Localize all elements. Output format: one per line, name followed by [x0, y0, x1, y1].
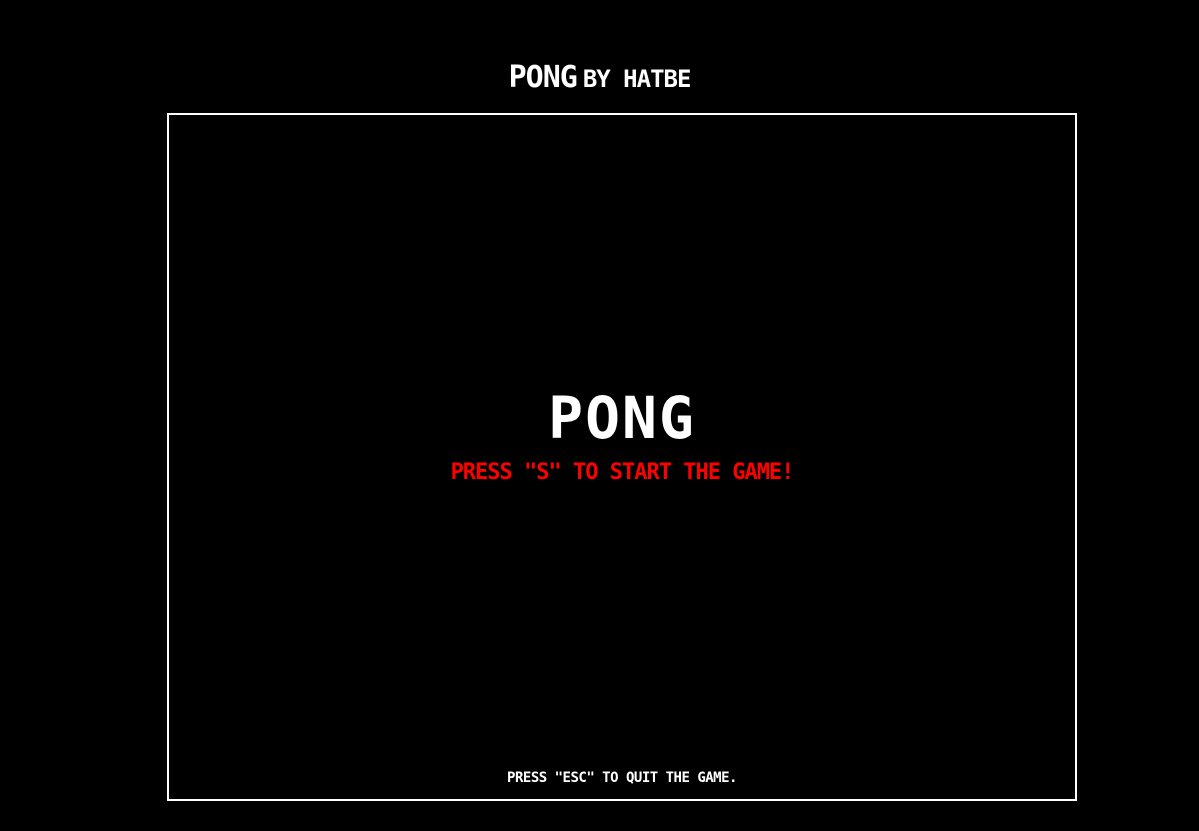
- game-canvas[interactable]: PONG PRESS "S" TO START THE GAME! PRESS …: [167, 113, 1077, 801]
- page-title-main: PONG: [508, 60, 578, 95]
- page-title-byline: BY HATBE: [582, 65, 692, 93]
- quit-prompt: PRESS "ESC" TO QUIT THE GAME.: [507, 770, 737, 786]
- game-title: PONG: [548, 384, 696, 452]
- start-prompt: PRESS "S" TO START THE GAME!: [450, 460, 795, 485]
- page-title: PONG BY HATBE: [0, 58, 1199, 102]
